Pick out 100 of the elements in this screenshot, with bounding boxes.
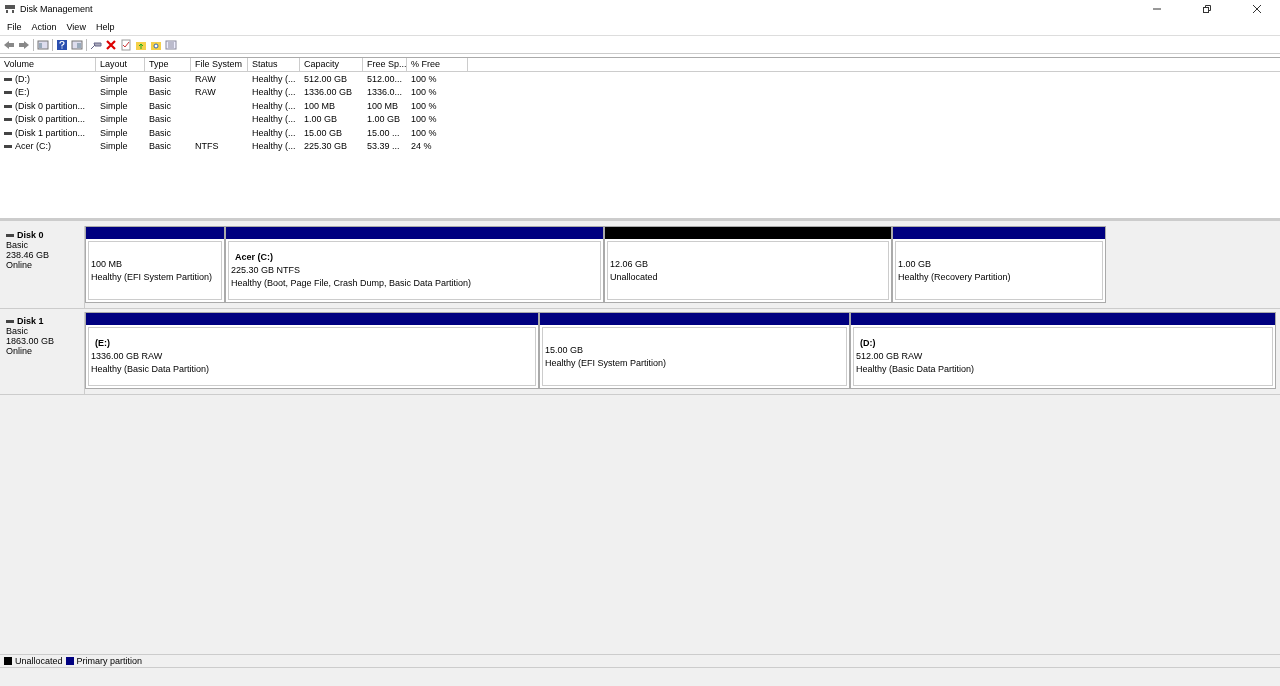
partition-label: (E:) <box>94 337 111 350</box>
menu-item[interactable]: Action <box>26 21 62 32</box>
partition-size: 225.30 GB NTFS <box>231 264 302 277</box>
partition-status: Healthy (Boot, Page File, Crash Dump, Basic Data Partition) <box>231 277 473 290</box>
table-cell-text: Simple <box>99 87 129 98</box>
column-header[interactable]: % Free <box>407 58 468 71</box>
partition-size: 512.00 GB RAW <box>856 350 924 363</box>
delete-icon[interactable] <box>105 38 117 51</box>
table-cell-text: Healthy (... <box>251 100 297 111</box>
partition-status: Unallocated <box>610 270 659 284</box>
table-cell-text: 100 % <box>410 100 438 111</box>
table-cell-text: 100 % <box>410 87 438 98</box>
restore-button[interactable] <box>1202 4 1212 14</box>
partition-block[interactable]: 1.00 GB Healthy (Recovery Partition) <box>892 226 1106 303</box>
table-cell-text: Basic <box>148 127 172 138</box>
table-cell-text: Healthy (... <box>251 127 297 138</box>
table-cell: (D:) <box>15 73 30 84</box>
column-header[interactable]: Capacity <box>300 58 363 71</box>
table-cell-text: 53.39 ... <box>366 141 401 152</box>
table-cell-text: Basic <box>148 141 172 152</box>
table-cell-text: 512.00 GB <box>303 73 349 84</box>
table-cell-text: Healthy (... <box>251 141 297 152</box>
table-cell-text: Basic <box>148 100 172 111</box>
table-cell-text: 1336.0... <box>366 87 404 98</box>
legend-label: Primary partition <box>76 656 143 666</box>
table-cell: Acer (C:) <box>15 141 51 152</box>
help-icon[interactable] <box>56 38 68 51</box>
menu-item[interactable]: View <box>61 21 91 32</box>
table-cell-text: 100 MB <box>303 100 337 111</box>
table-cell-text: Healthy (... <box>251 73 297 84</box>
disk-info: Online <box>6 260 33 270</box>
partition-block[interactable]: 100 MB Healthy (EFI System Partition) <box>85 226 225 303</box>
table-cell-text: Simple <box>99 141 129 152</box>
table-cell-text: 24 % <box>410 141 433 152</box>
table-cell-text: Basic <box>148 87 172 98</box>
table-cell-text: 100 MB <box>366 100 400 111</box>
window-title: Disk Management <box>20 4 93 14</box>
table-cell-text: 1.00 GB <box>366 114 402 125</box>
table-cell-text: Simple <box>99 114 129 125</box>
partition-block[interactable]: (E:) 1336.00 GB RAW Healthy (Basic Data Partition) <box>85 312 539 389</box>
table-cell: (Disk 1 partition... <box>15 127 86 138</box>
table-cell-text: NTFS <box>194 141 220 152</box>
disk-info: Basic <box>6 326 29 336</box>
partition-status: Healthy (Basic Data Partition) <box>91 363 211 376</box>
table-cell-text: 15.00 GB <box>303 127 344 138</box>
partition-block[interactable]: 12.06 GB Unallocated <box>604 226 892 303</box>
table-cell-text: RAW <box>194 87 217 98</box>
disk-info: Basic <box>6 240 29 250</box>
properties-icon[interactable] <box>120 38 132 51</box>
menu-item[interactable]: Help <box>90 21 120 32</box>
partition-block[interactable]: 15.00 GB Healthy (EFI System Partition) <box>539 312 850 389</box>
partition-status: Healthy (Basic Data Partition) <box>856 363 976 376</box>
close-button[interactable] <box>1252 4 1262 14</box>
table-cell-text: Basic <box>148 73 172 84</box>
disk-info: Online <box>6 346 33 356</box>
column-header[interactable]: Status <box>248 58 300 71</box>
table-cell-text: 1.00 GB <box>303 114 339 125</box>
table-cell-text: 15.00 ... <box>366 127 401 138</box>
disk-management-icon[interactable] <box>4 3 16 15</box>
table-cell: (Disk 0 partition... <box>15 114 86 125</box>
table-cell-text: 100 % <box>410 114 438 125</box>
table-cell-text: Healthy (... <box>251 114 297 125</box>
column-header[interactable]: File System <box>191 58 248 71</box>
table-cell-text: Healthy (... <box>251 87 297 98</box>
disk-name: Disk 0 <box>17 230 44 240</box>
column-header[interactable]: Layout <box>96 58 145 71</box>
disk-name: Disk 1 <box>17 316 44 326</box>
table-cell: (E:) <box>15 87 30 98</box>
table-cell-text: 1336.00 GB <box>303 87 354 98</box>
partition-label: Acer (C:) <box>234 251 274 264</box>
partition-size: 15.00 GB <box>545 343 585 357</box>
column-header[interactable]: Type <box>145 58 191 71</box>
table-cell-text: 512.00... <box>366 73 404 84</box>
legend-label: Unallocated <box>15 656 63 666</box>
table-cell-text: Simple <box>99 73 129 84</box>
table-cell-text: 225.30 GB <box>303 141 349 152</box>
column-header[interactable]: Volume <box>0 58 96 71</box>
table-cell-text: 100 % <box>410 73 438 84</box>
disk-info: 238.46 GB <box>6 250 51 260</box>
partition-size: 1336.00 GB RAW <box>91 350 164 363</box>
partition-status: Healthy (EFI System Partition) <box>545 356 668 370</box>
disk-info: 1863.00 GB <box>6 336 56 346</box>
console-tree-icon[interactable] <box>37 38 49 51</box>
table-cell-text: Basic <box>148 114 172 125</box>
partition-size: 100 MB <box>91 257 124 271</box>
forward-arrow-icon[interactable] <box>18 38 30 51</box>
partition-block[interactable]: (D:) 512.00 GB RAW Healthy (Basic Data Partition) <box>850 312 1276 389</box>
partition-label: (D:) <box>859 337 877 350</box>
partition-status: Healthy (Recovery Partition) <box>898 270 1012 284</box>
partition-block[interactable]: Acer (C:) 225.30 GB NTFS Healthy (Boot, Page File, Crash Dump, Basic Data Partition) <box>225 226 604 303</box>
table-cell-text: RAW <box>194 73 217 84</box>
partition-size: 1.00 GB <box>898 257 933 271</box>
column-header[interactable]: Free Sp... <box>363 58 407 71</box>
table-cell-text: 100 % <box>410 127 438 138</box>
partition-size: 12.06 GB <box>610 257 650 271</box>
table-cell: (Disk 0 partition... <box>15 100 86 111</box>
table-cell-text: Simple <box>99 127 129 138</box>
partition-status: Healthy (EFI System Partition) <box>91 270 214 284</box>
menu-item[interactable]: File <box>2 21 27 32</box>
back-arrow-icon[interactable] <box>3 38 15 51</box>
